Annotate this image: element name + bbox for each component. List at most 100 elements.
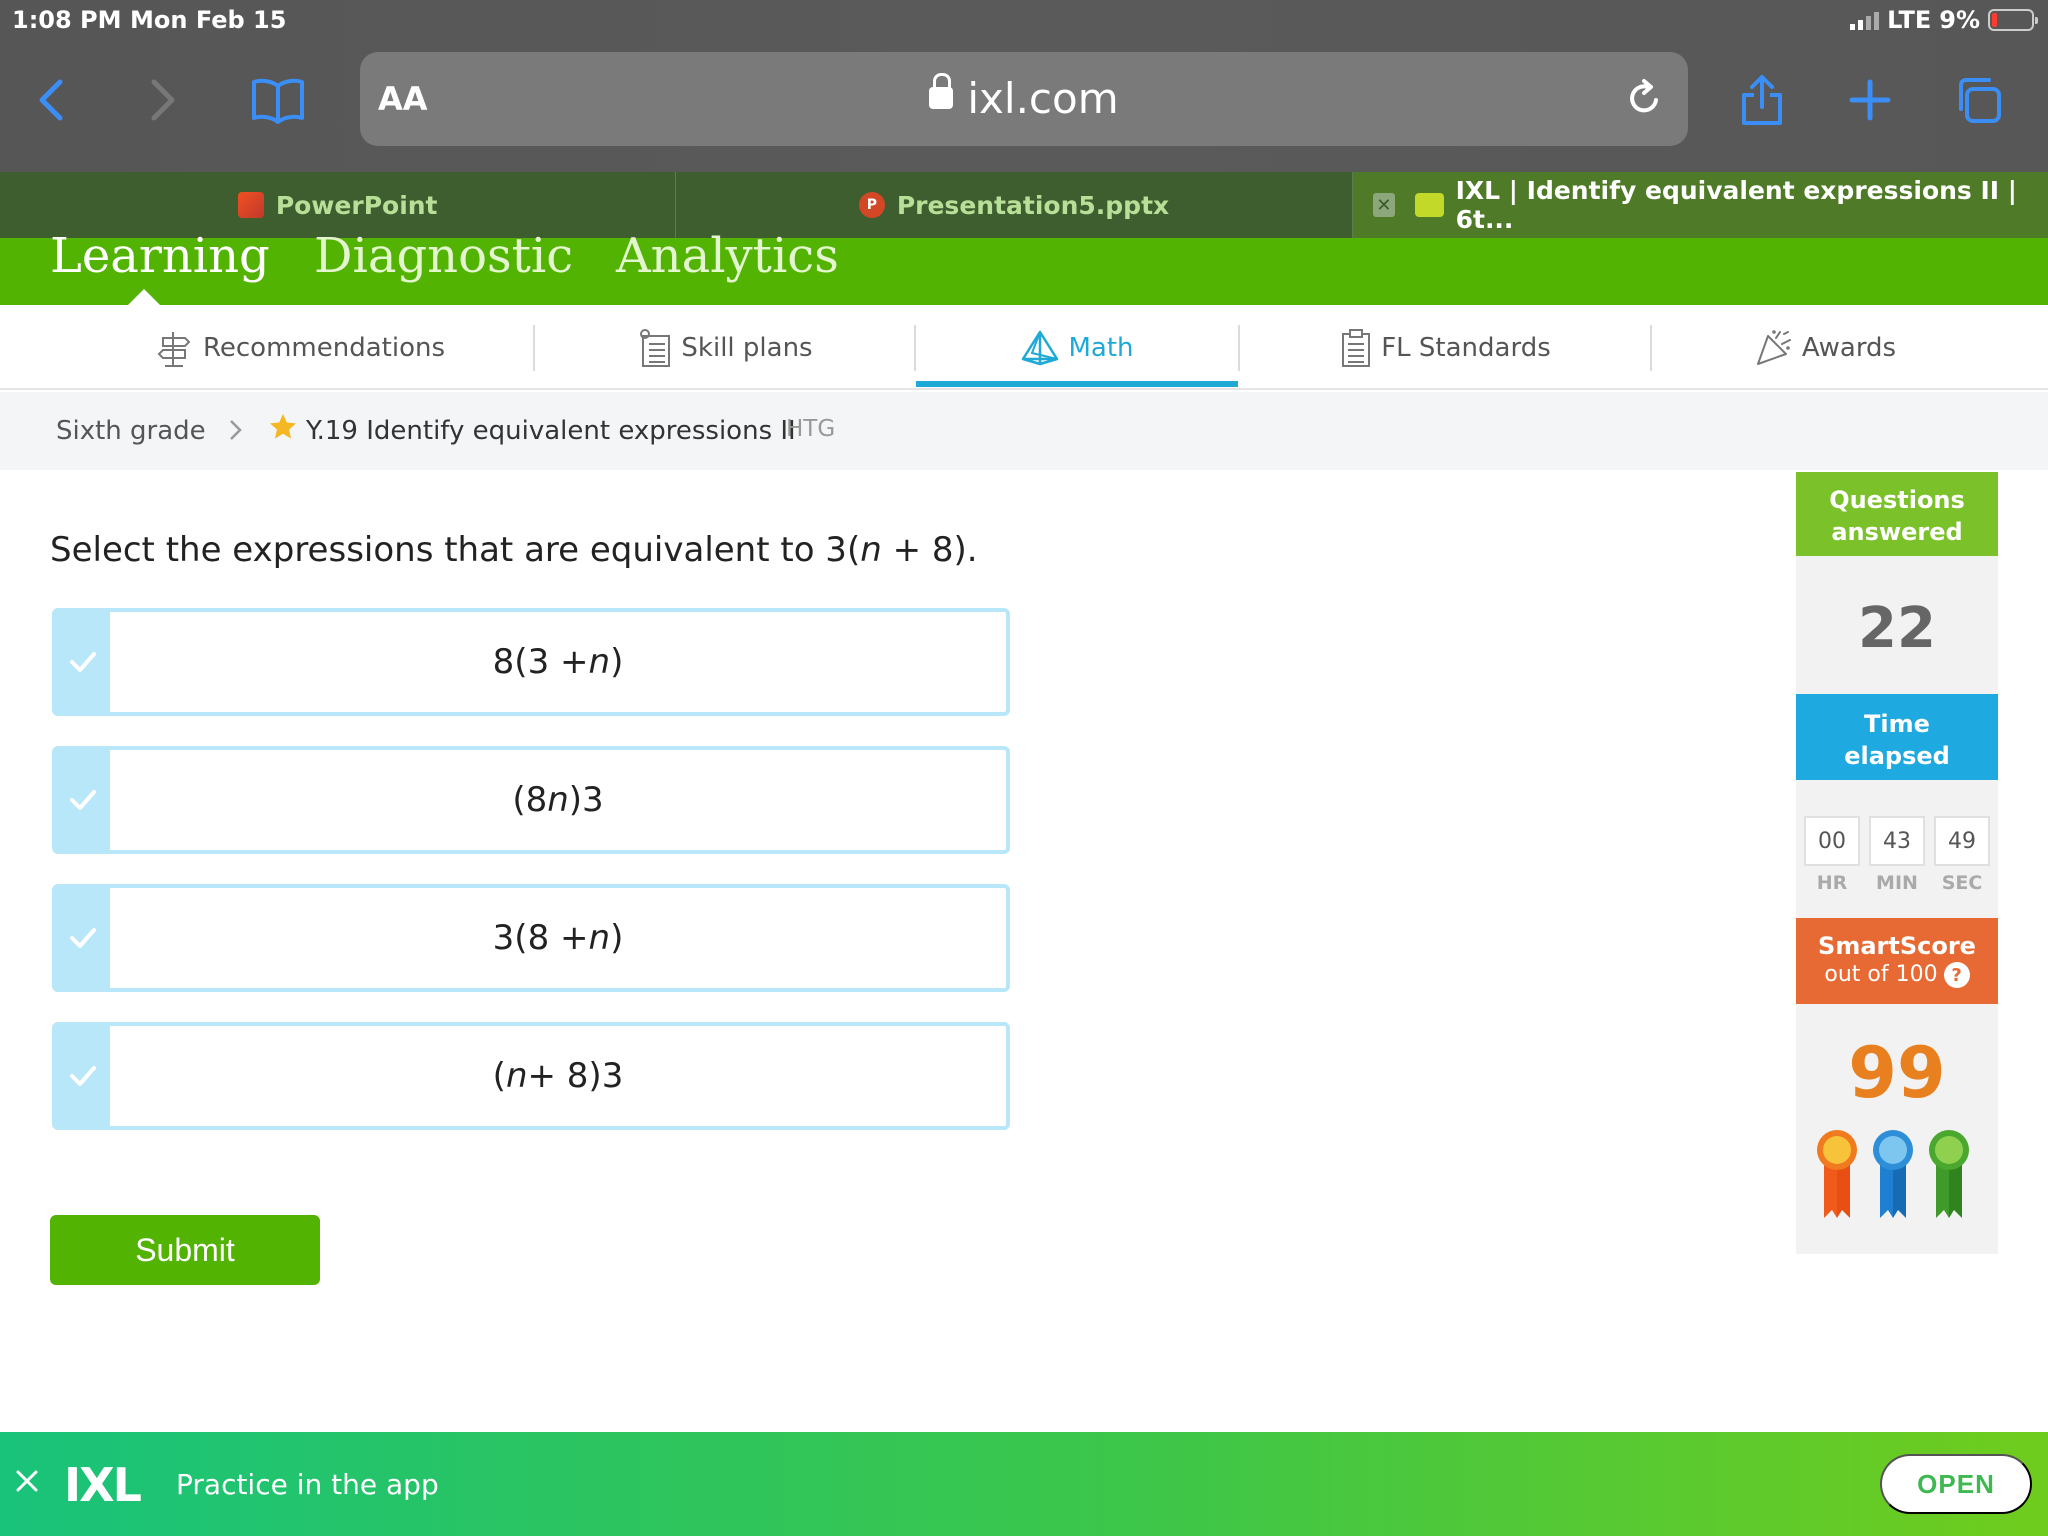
subnav-label: Recommendations xyxy=(202,332,445,363)
open-app-button[interactable]: OPEN xyxy=(1880,1454,2032,1514)
expr-part: 3(8 + xyxy=(492,918,589,958)
smartscore-header: SmartScore out of 100? xyxy=(1796,918,1998,1004)
powerpoint-icon: P xyxy=(858,192,885,218)
checkbox[interactable] xyxy=(56,612,110,712)
choice-expression: (8 n)3 xyxy=(110,750,1006,850)
ribbon-icon xyxy=(1873,1130,1913,1218)
breadcrumb-skill: Y.19 Identify equivalent expressions II xyxy=(306,416,796,446)
answer-choice[interactable]: (8 n)3 xyxy=(52,746,1010,854)
answer-choice[interactable]: (n + 8)3 xyxy=(52,1022,1010,1130)
timer-minutes: 43 xyxy=(1869,816,1925,866)
breadcrumb-grade[interactable]: Sixth grade xyxy=(56,416,206,446)
banner-text: Practice in the app xyxy=(176,1468,439,1501)
reload-icon xyxy=(1630,79,1658,113)
smartscore-panel: 99 xyxy=(1796,1004,1998,1254)
submit-button[interactable]: Submit xyxy=(50,1215,320,1285)
divider xyxy=(1650,325,1652,371)
new-tab-button[interactable] xyxy=(1842,72,1898,128)
close-icon xyxy=(16,1470,38,1492)
back-button[interactable] xyxy=(24,72,80,128)
smartscore-subtitle: out of 100? xyxy=(1796,962,1998,988)
divider xyxy=(533,325,535,371)
subnav-fl-standards[interactable]: FL Standards xyxy=(1240,305,1650,390)
checklist-icon xyxy=(637,328,673,368)
nav-diagnostic[interactable]: Diagnostic xyxy=(314,228,573,284)
subnav-label: FL Standards xyxy=(1381,332,1551,363)
subnav-awards[interactable]: Awards xyxy=(1660,305,1990,390)
answer-choice[interactable]: 8(3 + n) xyxy=(52,608,1010,716)
prompt-text: Select the expressions that are equivale… xyxy=(50,530,861,570)
url-display[interactable]: ixl.com xyxy=(360,72,1688,123)
questions-answered-count: 22 xyxy=(1796,556,1998,694)
tab-label: PowerPoint xyxy=(275,190,438,220)
share-button[interactable] xyxy=(1734,72,1790,128)
tabs-overview-button[interactable] xyxy=(1952,72,2008,128)
subnav-math[interactable]: Math xyxy=(916,305,1238,390)
browser-tab-strip: PowerPoint P Presentation5.pptx ✕ IXL | … xyxy=(0,172,2048,238)
chevron-right-icon xyxy=(226,414,246,453)
signpost-icon xyxy=(155,328,195,368)
tab-ixl[interactable]: ✕ IXL | Identify equivalent expressions … xyxy=(1352,172,2048,238)
check-icon xyxy=(70,652,96,672)
smartscore-value: 99 xyxy=(1848,1032,1946,1114)
checkbox[interactable] xyxy=(56,1026,110,1126)
subnav-recommendations[interactable]: Recommendations xyxy=(100,305,500,390)
active-tab-underline xyxy=(916,381,1238,387)
choice-expression: (n + 8)3 xyxy=(110,1026,1006,1126)
expr-variable: n xyxy=(547,780,569,820)
status-right: LTE 9% xyxy=(1850,6,2038,34)
screen: 1:08 PM Mon Feb 15 LTE 9% AA ixl.com Pow… xyxy=(0,0,2048,1536)
timer-seconds: 49 xyxy=(1934,816,1990,866)
choice-expression: 8(3 + n) xyxy=(110,612,1006,712)
expr-part: 8(3 + xyxy=(492,642,589,682)
close-banner-button[interactable] xyxy=(14,1468,40,1498)
lock-icon xyxy=(929,72,954,109)
help-icon[interactable]: ? xyxy=(1943,962,1970,988)
tab-label: IXL | Identify equivalent expressions II… xyxy=(1455,176,2017,234)
checkbox[interactable] xyxy=(56,888,110,988)
choice-expression: 3(8 + n) xyxy=(110,888,1006,988)
party-popper-icon xyxy=(1754,328,1794,368)
checkbox[interactable] xyxy=(56,750,110,850)
bookmarks-button[interactable] xyxy=(250,72,306,128)
nav-learning[interactable]: Learning xyxy=(50,228,270,284)
ribbon-icon xyxy=(1817,1130,1857,1218)
expr-variable: n xyxy=(588,642,611,682)
forward-button[interactable] xyxy=(134,72,190,128)
expr-part: ( xyxy=(492,1056,506,1096)
url-text: ixl.com xyxy=(967,74,1119,123)
address-bar[interactable]: AA ixl.com xyxy=(360,52,1688,146)
ribbon-icon xyxy=(1929,1130,1969,1218)
ixl-logo: IXL xyxy=(64,1458,142,1512)
book-icon xyxy=(252,78,304,124)
smartscore-label: SmartScore xyxy=(1818,932,1976,960)
subnav-skill-plans[interactable]: Skill plans xyxy=(540,305,910,390)
questions-answered-header: Questions answered xyxy=(1796,472,1998,556)
status-bar: 1:08 PM Mon Feb 15 LTE 9% xyxy=(0,0,2048,42)
question-prompt: Select the expressions that are equivale… xyxy=(50,530,978,570)
skill-code: HTG xyxy=(786,416,836,442)
subnav-label: Math xyxy=(1068,332,1134,363)
tabs-icon xyxy=(1959,78,2001,123)
subnav-label: Awards xyxy=(1801,332,1897,363)
clipboard-icon xyxy=(1339,328,1373,368)
expr-part: (8 xyxy=(512,780,548,820)
answer-choice[interactable]: 3(8 + n) xyxy=(52,884,1010,992)
timer-hours-label: HR xyxy=(1816,872,1848,894)
network-label: LTE xyxy=(1887,6,1932,34)
status-date: Mon Feb 15 xyxy=(130,6,287,34)
close-tab-icon[interactable]: ✕ xyxy=(1372,193,1396,217)
timer-seconds-label: SEC xyxy=(1941,872,1983,894)
nav-analytics[interactable]: Analytics xyxy=(616,228,839,284)
browser-chrome: 1:08 PM Mon Feb 15 LTE 9% AA ixl.com xyxy=(0,0,2048,172)
breadcrumb: Sixth grade Y.19 Identify equivalent exp… xyxy=(0,392,2048,470)
reload-button[interactable] xyxy=(1626,78,1664,122)
star-icon xyxy=(268,412,298,449)
expr-variable: n xyxy=(588,918,611,958)
subnav-label: Skill plans xyxy=(681,332,813,363)
ixl-top-nav: Learning Diagnostic Analytics xyxy=(0,228,2048,305)
sub-nav: Recommendations Skill plans Math FL Stan… xyxy=(0,305,2048,390)
battery-percent: 9% xyxy=(1939,6,1980,34)
plus-icon xyxy=(1849,79,1891,121)
check-icon xyxy=(70,790,96,810)
